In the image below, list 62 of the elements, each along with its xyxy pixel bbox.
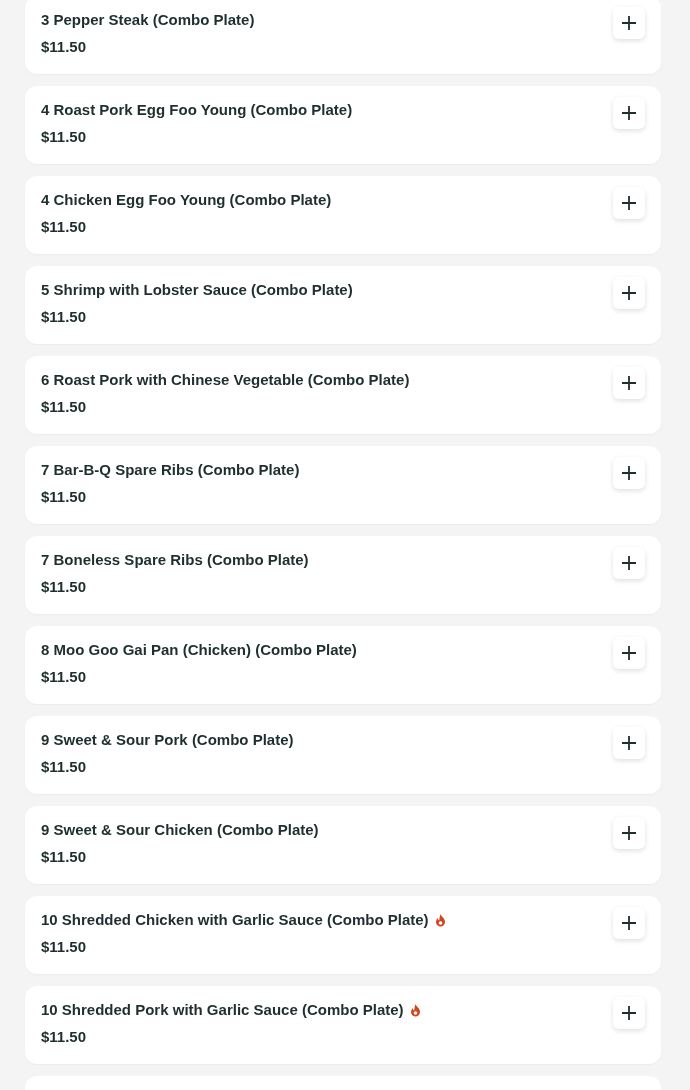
menu-item-card[interactable]: 5 Shrimp with Lobster Sauce (Combo Plate) $11.50 bbox=[25, 266, 661, 344]
menu-item-card[interactable]: 6 Roast Pork with Chinese Vegetable (Combo Plate) $11.50 bbox=[25, 356, 661, 434]
flame-icon bbox=[434, 913, 446, 927]
add-button[interactable] bbox=[613, 907, 645, 939]
item-price: $11.50 bbox=[41, 757, 88, 777]
item-price: $11.50 bbox=[41, 217, 88, 237]
plus-icon bbox=[622, 826, 636, 840]
item-price: $11.50 bbox=[41, 307, 88, 327]
plus-icon bbox=[622, 1006, 636, 1020]
plus-icon bbox=[622, 916, 636, 930]
add-button[interactable] bbox=[613, 187, 645, 219]
menu-item-card[interactable]: 9 Sweet & Sour Chicken (Combo Plate) $11.50 bbox=[25, 806, 661, 884]
plus-icon bbox=[622, 466, 636, 480]
item-name: 10 Shredded Pork with Garlic Sauce (Combo Plate) bbox=[41, 1000, 404, 1020]
plus-icon bbox=[622, 16, 636, 30]
menu-item-card[interactable]: 3 Pepper Steak (Combo Plate) $11.50 bbox=[25, 0, 661, 74]
add-button[interactable] bbox=[613, 97, 645, 129]
item-name: 9 Sweet & Sour Pork (Combo Plate) bbox=[41, 730, 294, 750]
menu-item-card[interactable]: 9 Sweet & Sour Pork (Combo Plate) $11.50 bbox=[25, 716, 661, 794]
item-price: $11.50 bbox=[41, 1027, 88, 1047]
flame-icon bbox=[409, 1003, 421, 1017]
item-name: 7 Boneless Spare Ribs (Combo Plate) bbox=[41, 550, 309, 570]
plus-icon bbox=[622, 646, 636, 660]
plus-icon bbox=[622, 556, 636, 570]
menu-item-card[interactable]: 10 Shredded Pork with Garlic Sauce (Combo Plate) $11.50 bbox=[25, 986, 661, 1064]
item-name: 10 Shredded Chicken with Garlic Sauce (Combo Plate) bbox=[41, 910, 429, 930]
item-name: 5 Shrimp with Lobster Sauce (Combo Plate) bbox=[41, 280, 353, 300]
item-name: 8 Moo Goo Gai Pan (Chicken) (Combo Plate) bbox=[41, 640, 357, 660]
item-name: 3 Pepper Steak (Combo Plate) bbox=[41, 10, 255, 30]
item-price: $11.50 bbox=[41, 667, 88, 687]
menu-item-card[interactable]: 4 Chicken Egg Foo Young (Combo Plate) $11.50 bbox=[25, 176, 661, 254]
item-price: $11.50 bbox=[41, 37, 88, 57]
add-button[interactable] bbox=[613, 817, 645, 849]
add-button[interactable] bbox=[613, 637, 645, 669]
menu-item-card[interactable]: 7 Bar-B-Q Spare Ribs (Combo Plate) $11.50 bbox=[25, 446, 661, 524]
menu-item-card[interactable]: 10 Shredded Chicken with Garlic Sauce (Combo Plate) $11.50 bbox=[25, 896, 661, 974]
add-button[interactable] bbox=[613, 367, 645, 399]
item-price: $11.50 bbox=[41, 847, 88, 867]
add-button[interactable] bbox=[613, 7, 645, 39]
add-button[interactable] bbox=[613, 457, 645, 489]
plus-icon bbox=[622, 376, 636, 390]
item-price: $11.50 bbox=[41, 127, 88, 147]
item-name: 9 Sweet & Sour Chicken (Combo Plate) bbox=[41, 820, 319, 840]
item-price: $11.50 bbox=[41, 577, 88, 597]
add-button[interactable] bbox=[613, 277, 645, 309]
item-name: 4 Roast Pork Egg Foo Young (Combo Plate) bbox=[41, 100, 353, 120]
plus-icon bbox=[622, 106, 636, 120]
item-name: 7 Bar-B-Q Spare Ribs (Combo Plate) bbox=[41, 460, 300, 480]
menu-item-card[interactable]: 4 Roast Pork Egg Foo Young (Combo Plate) $11.50 bbox=[25, 86, 661, 164]
item-price: $11.50 bbox=[41, 487, 88, 507]
item-name: 6 Roast Pork with Chinese Vegetable (Combo Plate) bbox=[41, 370, 410, 390]
plus-icon bbox=[622, 286, 636, 300]
menu-item-card[interactable]: 8 Moo Goo Gai Pan (Chicken) (Combo Plate) $11.50 bbox=[25, 626, 661, 704]
item-price: $11.50 bbox=[41, 937, 88, 957]
menu-item-card[interactable]: 7 Boneless Spare Ribs (Combo Plate) $11.50 bbox=[25, 536, 661, 614]
add-button[interactable] bbox=[613, 727, 645, 759]
item-price: $11.50 bbox=[41, 397, 88, 417]
item-name: 4 Chicken Egg Foo Young (Combo Plate) bbox=[41, 190, 332, 210]
add-button[interactable] bbox=[613, 997, 645, 1029]
plus-icon bbox=[622, 736, 636, 750]
plus-icon bbox=[622, 196, 636, 210]
add-button[interactable] bbox=[613, 547, 645, 579]
